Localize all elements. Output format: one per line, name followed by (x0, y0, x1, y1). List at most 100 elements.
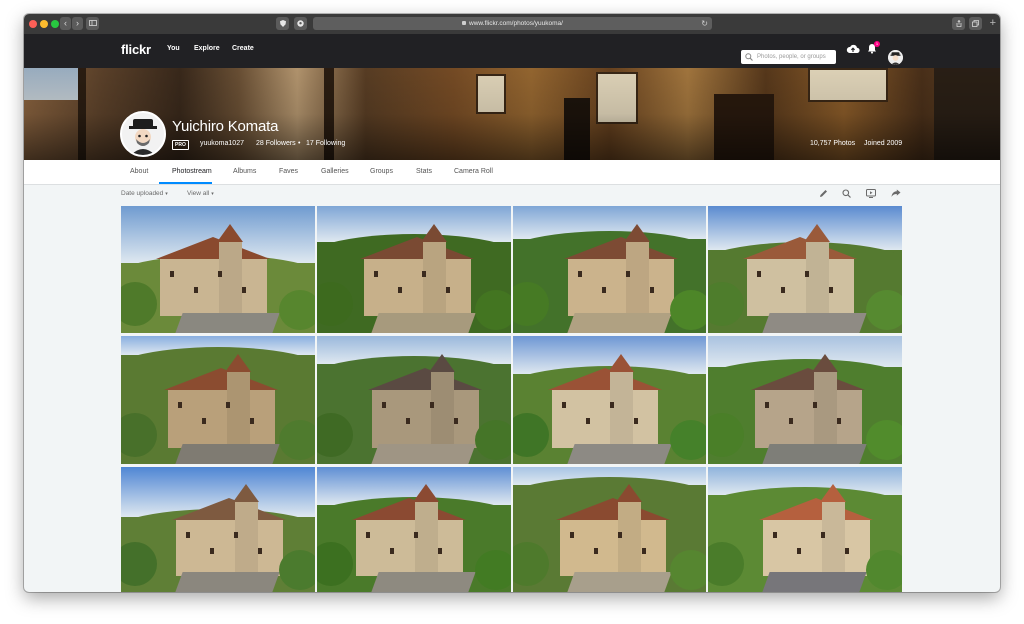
photo-thumbnail[interactable] (121, 336, 315, 464)
photo-thumbnail[interactable] (317, 336, 511, 464)
tab-camera-roll[interactable]: Camera Roll (454, 168, 493, 175)
tabs-icon (972, 20, 979, 27)
photo-tree (708, 542, 744, 586)
photo-building-wall (568, 259, 674, 316)
photo-window (626, 271, 630, 277)
photo-thumbnail[interactable] (513, 206, 706, 333)
edit-icon[interactable] (819, 189, 828, 198)
meta-separator: • (298, 140, 301, 147)
photo-roof (743, 237, 857, 259)
photo-roof (548, 368, 662, 390)
photo-window (258, 548, 262, 554)
photo-thumbnail[interactable] (121, 467, 315, 592)
share-page-button[interactable] (952, 17, 965, 30)
photo-building-wall (747, 259, 854, 316)
photo-road (371, 313, 476, 333)
caret-down-icon: ▾ (165, 191, 168, 197)
minimize-window-button[interactable] (40, 20, 48, 28)
search-input[interactable]: Photos, people, or groups (741, 50, 836, 64)
photo-thumbnail[interactable] (121, 206, 315, 333)
new-tab-button[interactable]: + (990, 17, 996, 30)
nav-link-you[interactable]: You (167, 45, 180, 52)
photo-tower-roof (225, 354, 251, 372)
shield-extension-button[interactable] (276, 17, 289, 30)
photo-thumbnail[interactable] (513, 467, 706, 592)
upload-cloud-icon[interactable] (846, 44, 860, 54)
photo-window (829, 287, 833, 293)
tab-about[interactable]: About (130, 168, 148, 175)
close-window-button[interactable] (29, 20, 37, 28)
photo-window (578, 271, 582, 277)
view-label: View all (187, 190, 210, 197)
photo-tower (227, 372, 250, 449)
profile-avatar[interactable] (120, 111, 166, 157)
photo-window (438, 548, 442, 554)
tab-stats[interactable]: Stats (416, 168, 432, 175)
photo-thumbnail[interactable] (708, 467, 902, 592)
back-button[interactable]: ‹ (60, 17, 71, 30)
photo-window (406, 418, 410, 424)
tab-overview-button[interactable] (969, 17, 982, 30)
pinterest-extension-button[interactable] (294, 17, 307, 30)
tab-photostream[interactable]: Photostream (172, 168, 212, 175)
reload-icon[interactable]: ↻ (701, 17, 708, 30)
photo-tree (317, 542, 353, 586)
caret-down-icon: ▾ (211, 191, 214, 197)
slideshow-icon[interactable] (866, 189, 876, 198)
photo-window (454, 418, 458, 424)
photo-road (371, 444, 476, 464)
followers-link[interactable]: 28 Followers (256, 140, 296, 147)
photo-tower (219, 242, 242, 318)
photo-roof (172, 498, 286, 520)
nav-link-create[interactable]: Create (232, 45, 254, 52)
photo-road (567, 444, 672, 464)
sidebar-toggle-button[interactable] (86, 17, 99, 30)
photo-thumbnail[interactable] (708, 336, 902, 464)
photo-tree (513, 282, 549, 326)
photo-window (178, 402, 182, 408)
photo-tree (279, 550, 315, 590)
photo-tree (475, 550, 511, 590)
photo-window (226, 402, 230, 408)
photo-road (371, 572, 476, 592)
photo-window (250, 418, 254, 424)
photo-building-wall (560, 520, 666, 576)
photo-tower-roof (624, 224, 650, 242)
photo-thumbnail[interactable] (708, 206, 902, 333)
photo-roof (156, 237, 270, 259)
tab-albums[interactable]: Albums (233, 168, 256, 175)
photo-tower-roof (429, 354, 455, 372)
photo-thumbnail[interactable] (317, 467, 511, 592)
nav-link-explore[interactable]: Explore (194, 45, 220, 52)
following-link[interactable]: 17 Following (306, 140, 345, 147)
photo-window (186, 532, 190, 538)
tab-groups[interactable]: Groups (370, 168, 393, 175)
share-icon[interactable] (891, 189, 901, 198)
photo-tree (670, 290, 706, 330)
tab-galleries[interactable]: Galleries (321, 168, 349, 175)
photo-tree (475, 420, 511, 460)
photo-tree (670, 420, 706, 460)
address-bar[interactable]: www.flickr.com/photos/yuukoma/ ↻ (313, 17, 712, 30)
photo-road (175, 313, 280, 333)
view-dropdown[interactable]: View all ▾ (187, 190, 214, 197)
forward-button[interactable]: › (72, 17, 83, 30)
photo-window (594, 548, 598, 554)
photo-tree (279, 290, 315, 330)
shield-icon (279, 20, 286, 27)
photo-window (773, 532, 777, 538)
search-icon[interactable] (842, 189, 851, 198)
photo-tree (121, 413, 157, 457)
photo-thumbnail[interactable] (513, 336, 706, 464)
sort-dropdown[interactable]: Date uploaded ▾ (121, 190, 168, 197)
maximize-window-button[interactable] (51, 20, 59, 28)
flickr-logo[interactable]: flickr (121, 42, 151, 57)
photo-tower (610, 372, 633, 449)
photo-tree (513, 413, 549, 457)
tab-faves[interactable]: Faves (279, 168, 298, 175)
photo-window (813, 402, 817, 408)
nav-avatar[interactable] (888, 50, 903, 65)
photo-tower-roof (804, 224, 830, 242)
photo-thumbnail[interactable] (317, 206, 511, 333)
profile-username: yuukoma1027 (200, 140, 244, 147)
